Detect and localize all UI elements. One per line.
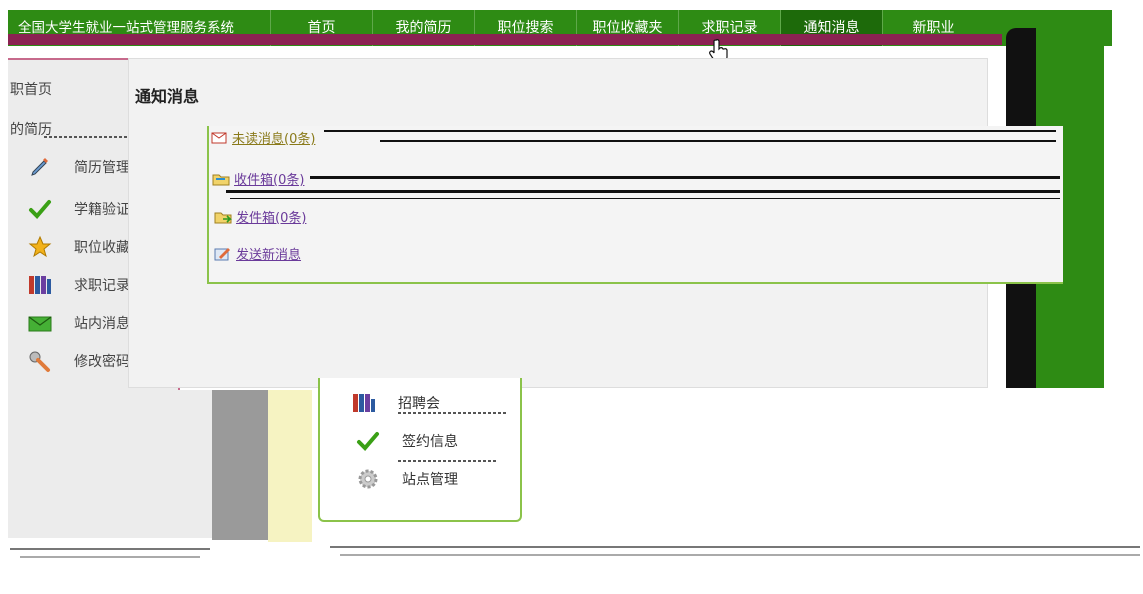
inbox-link[interactable]: 收件箱(0条) (212, 169, 304, 188)
page-title: 通知消息 (135, 87, 200, 106)
lower-left-panel (8, 390, 212, 538)
inbox-folder-icon (212, 172, 230, 186)
link-label: 未读消息(0条) (232, 132, 316, 147)
menu-item-contract-info[interactable]: 签约信息 (354, 428, 458, 454)
binders-icon (350, 390, 378, 416)
check-icon (354, 428, 382, 454)
sidebar-item-change-password[interactable]: 修改密码 (10, 346, 130, 376)
glitch-line (230, 198, 1060, 199)
sidebar-item-label: 修改密码 (74, 354, 130, 370)
sidebar-item-resume[interactable]: 的简历 (8, 114, 52, 144)
outbox-link[interactable]: 发件箱(0条) (214, 207, 306, 226)
sidebar-item-status-verify[interactable]: 学籍验证 (10, 194, 130, 224)
divider (330, 546, 1140, 548)
gear-icon (354, 466, 382, 492)
divider (398, 412, 508, 414)
sidebar-item-label: 站内消息 (74, 316, 130, 332)
sidebar-item-label: 职位收藏 (74, 240, 130, 256)
envelope-icon (210, 131, 228, 145)
envelope-icon (26, 311, 54, 335)
link-label: 发件箱(0条) (236, 211, 307, 226)
divider (398, 460, 498, 462)
sidebar-item-job-favorites[interactable]: 职位收藏 (10, 232, 130, 262)
menu-item-label: 签约信息 (402, 434, 458, 450)
sidebar-item-site-messages[interactable]: 站内消息 (10, 308, 130, 338)
sidebar-item-resume-management[interactable]: 简历管理 (10, 152, 130, 182)
nav-accent-line (8, 34, 1002, 45)
binders-icon (26, 273, 54, 297)
menu-item-label: 站点管理 (402, 472, 458, 488)
lower-yellow-strip (268, 390, 312, 542)
sidebar-item-label: 求职记录 (74, 278, 130, 294)
glitch-line (226, 190, 1060, 193)
sidebar-item-home[interactable]: 职首页 (8, 74, 52, 104)
link-label: 发送新消息 (236, 248, 302, 263)
unread-messages-link[interactable]: 未读消息(0条) (210, 128, 315, 147)
menu-item-label: 招聘会 (398, 396, 440, 412)
key-icon (26, 349, 54, 373)
sidebar-item-label: 职首页 (10, 82, 52, 98)
sidebar-item-label: 学籍验证 (74, 202, 130, 218)
menu-item-site-management[interactable]: 站点管理 (354, 466, 458, 492)
glitch-line (380, 140, 1056, 142)
sidebar-item-application-records[interactable]: 求职记录 (10, 270, 130, 300)
send-new-message-link[interactable]: 发送新消息 (214, 244, 301, 263)
divider (10, 548, 210, 550)
divider (340, 554, 1140, 556)
glitch-line (324, 130, 1056, 132)
divider (20, 556, 200, 558)
link-label: 收件箱(0条) (234, 173, 305, 188)
message-links-panel (207, 126, 1063, 284)
sidebar-item-label: 简历管理 (74, 160, 130, 176)
lower-gray-strip (212, 390, 268, 540)
outbox-folder-icon (214, 210, 232, 224)
pencil-icon (26, 155, 54, 179)
compose-icon (214, 247, 232, 261)
glitch-line (310, 176, 1060, 179)
check-icon (26, 197, 54, 221)
star-icon (26, 235, 54, 259)
